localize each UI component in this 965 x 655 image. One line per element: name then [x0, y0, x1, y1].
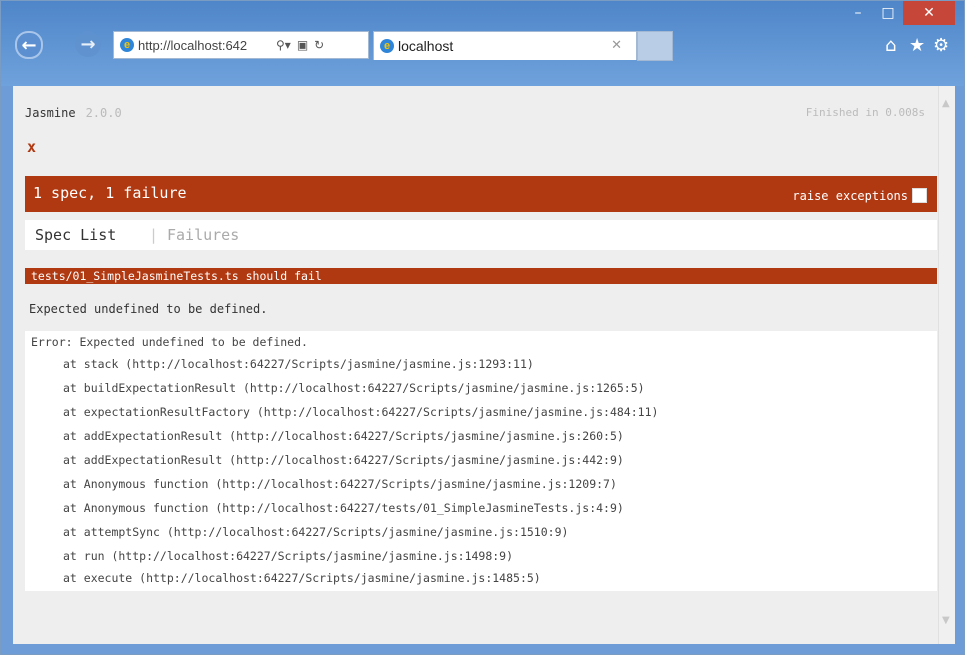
- stack-line: at run (http://localhost:64227/Scripts/j…: [63, 549, 514, 563]
- failure-message: Expected undefined to be defined.: [29, 302, 268, 316]
- jasmine-version: 2.0.0: [85, 106, 122, 120]
- address-text[interactable]: http://localhost:642: [138, 38, 270, 53]
- failure-symbol: x: [27, 138, 37, 156]
- minimize-button[interactable]: –: [843, 1, 873, 25]
- close-window-button[interactable]: ✕: [903, 1, 955, 25]
- raise-exceptions-toggle[interactable]: raise exceptions: [792, 188, 927, 203]
- stack-trace: Error: Expected undefined to be defined.…: [25, 331, 937, 591]
- scroll-up-arrow-icon[interactable]: ▲: [942, 98, 950, 109]
- stack-error-line: Error: Expected undefined to be defined.: [31, 335, 308, 349]
- back-arrow-icon: ←: [21, 34, 37, 56]
- stack-line: at Anonymous function (http://localhost:…: [63, 501, 624, 515]
- failures-link[interactable]: Failures: [167, 226, 239, 244]
- spec-list-link[interactable]: Spec List: [35, 226, 116, 244]
- forward-button[interactable]: →: [75, 31, 101, 57]
- jasmine-title: Jasmine: [25, 106, 76, 120]
- ie-logo-icon: e: [120, 38, 134, 52]
- stack-line: at stack (http://localhost:64227/Scripts…: [63, 357, 534, 371]
- summary-bar: 1 spec, 1 failure raise exceptions: [25, 176, 937, 212]
- raise-exceptions-label: raise exceptions: [792, 188, 908, 203]
- stack-line: at attemptSync (http://localhost:64227/S…: [63, 525, 569, 539]
- close-icon[interactable]: ✕: [611, 37, 622, 53]
- maximize-button[interactable]: □: [873, 1, 903, 25]
- scroll-down-arrow-icon[interactable]: ▼: [942, 615, 950, 626]
- stack-line: at expectationResultFactory (http://loca…: [63, 405, 659, 419]
- page-content: Jasmine 2.0.0 Finished in 0.008s x 1 spec…: [13, 86, 955, 644]
- stack-line: at addExpectationResult (http://localhos…: [63, 429, 624, 443]
- stack-line: at addExpectationResult (http://localhos…: [63, 453, 624, 467]
- raise-exceptions-checkbox[interactable]: [912, 188, 927, 203]
- duration-text: Finished in 0.008s: [805, 106, 925, 119]
- search-icon[interactable]: ⚲▾: [276, 38, 291, 52]
- summary-text: 1 spec, 1 failure: [33, 184, 187, 202]
- new-tab-button[interactable]: [637, 31, 673, 61]
- results-menu: Spec List | Failures: [25, 220, 937, 250]
- menu-separator: |: [149, 226, 159, 244]
- stack-line: at Anonymous function (http://localhost:…: [63, 477, 617, 491]
- stack-line: at buildExpectationResult (http://localh…: [63, 381, 645, 395]
- failed-spec-link[interactable]: tests/01_SimpleJasmineTests.ts should fa…: [31, 269, 322, 283]
- compat-icon[interactable]: ▣: [297, 38, 308, 52]
- forward-arrow-icon: →: [80, 33, 96, 55]
- tab-title: localhost: [398, 38, 454, 54]
- tab-localhost[interactable]: e localhost ✕: [373, 31, 637, 60]
- address-bar[interactable]: e http://localhost:642 ⚲▾ ▣ ↻: [113, 31, 369, 59]
- gear-icon[interactable]: ⚙: [933, 35, 949, 56]
- stack-line: at execute (http://localhost:64227/Scrip…: [63, 571, 541, 585]
- title-bar: – □ ✕ ← → e http://localhost:642 ⚲▾ ▣ ↻ …: [1, 1, 964, 86]
- vertical-scrollbar[interactable]: ▲ ▼: [938, 86, 955, 644]
- ie-logo-icon: e: [380, 39, 394, 53]
- jasmine-banner: Jasmine 2.0.0: [25, 106, 122, 120]
- home-icon[interactable]: ⌂: [885, 35, 896, 56]
- browser-window: – □ ✕ ← → e http://localhost:642 ⚲▾ ▣ ↻ …: [0, 0, 965, 655]
- failed-spec-bar: tests/01_SimpleJasmineTests.ts should fa…: [25, 268, 937, 284]
- back-button[interactable]: ←: [15, 31, 43, 59]
- star-icon[interactable]: ★: [909, 35, 925, 56]
- refresh-icon[interactable]: ↻: [314, 38, 324, 52]
